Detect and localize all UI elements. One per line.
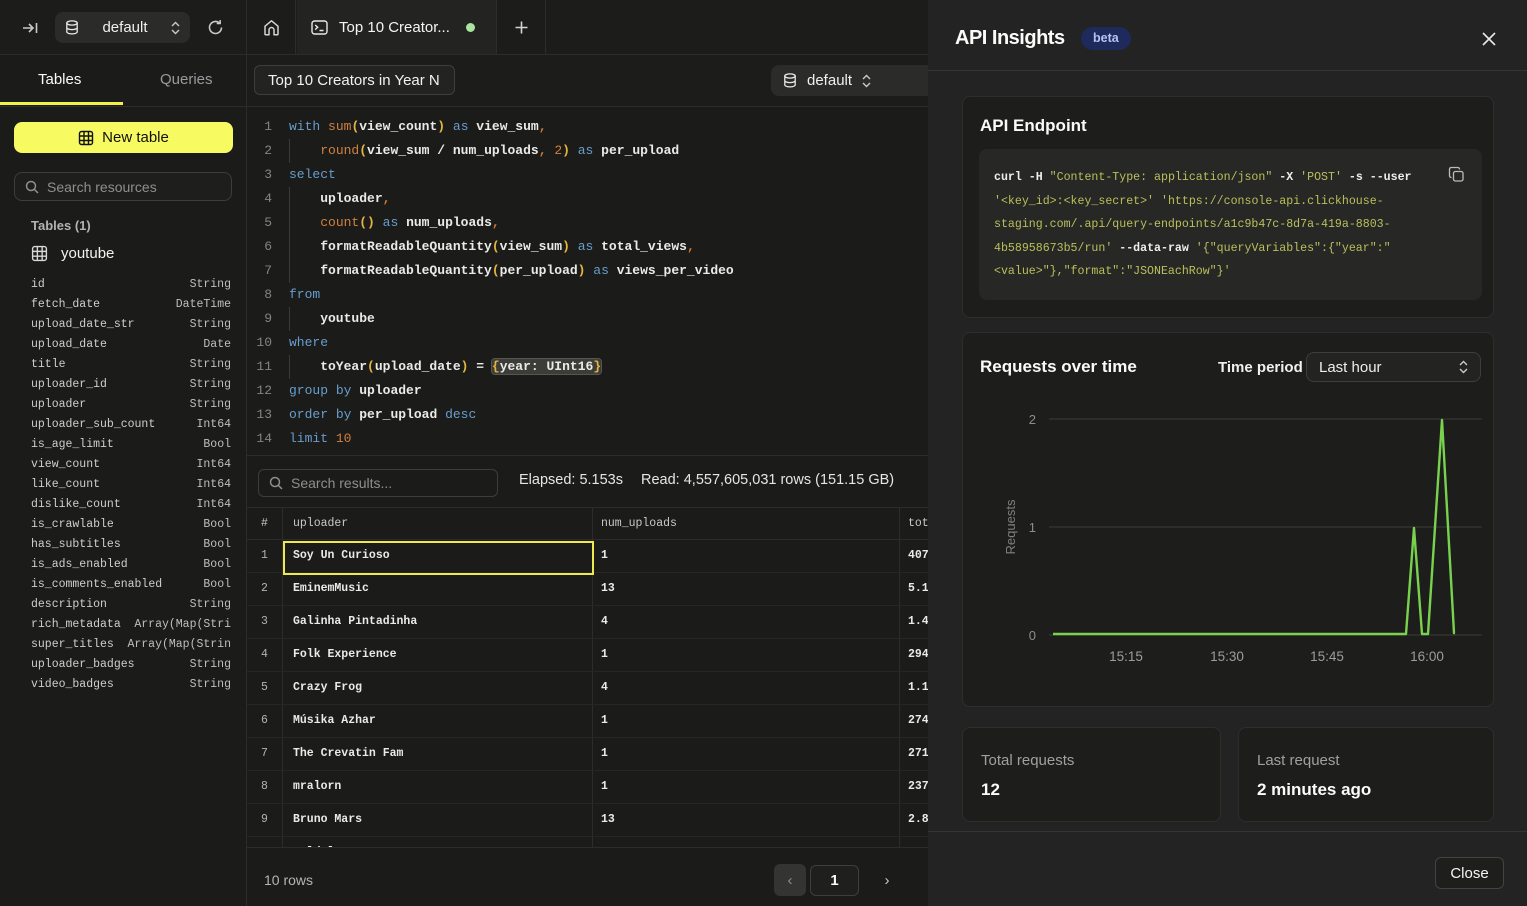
svg-text:Requests: Requests <box>1003 499 1018 554</box>
svg-text:16:00: 16:00 <box>1410 649 1444 664</box>
svg-text:15:15: 15:15 <box>1109 649 1143 664</box>
svg-text:15:30: 15:30 <box>1210 649 1244 664</box>
svg-text:2: 2 <box>1029 412 1036 427</box>
svg-text:0: 0 <box>1029 628 1036 643</box>
svg-text:1: 1 <box>1029 520 1036 535</box>
svg-text:15:45: 15:45 <box>1310 649 1344 664</box>
